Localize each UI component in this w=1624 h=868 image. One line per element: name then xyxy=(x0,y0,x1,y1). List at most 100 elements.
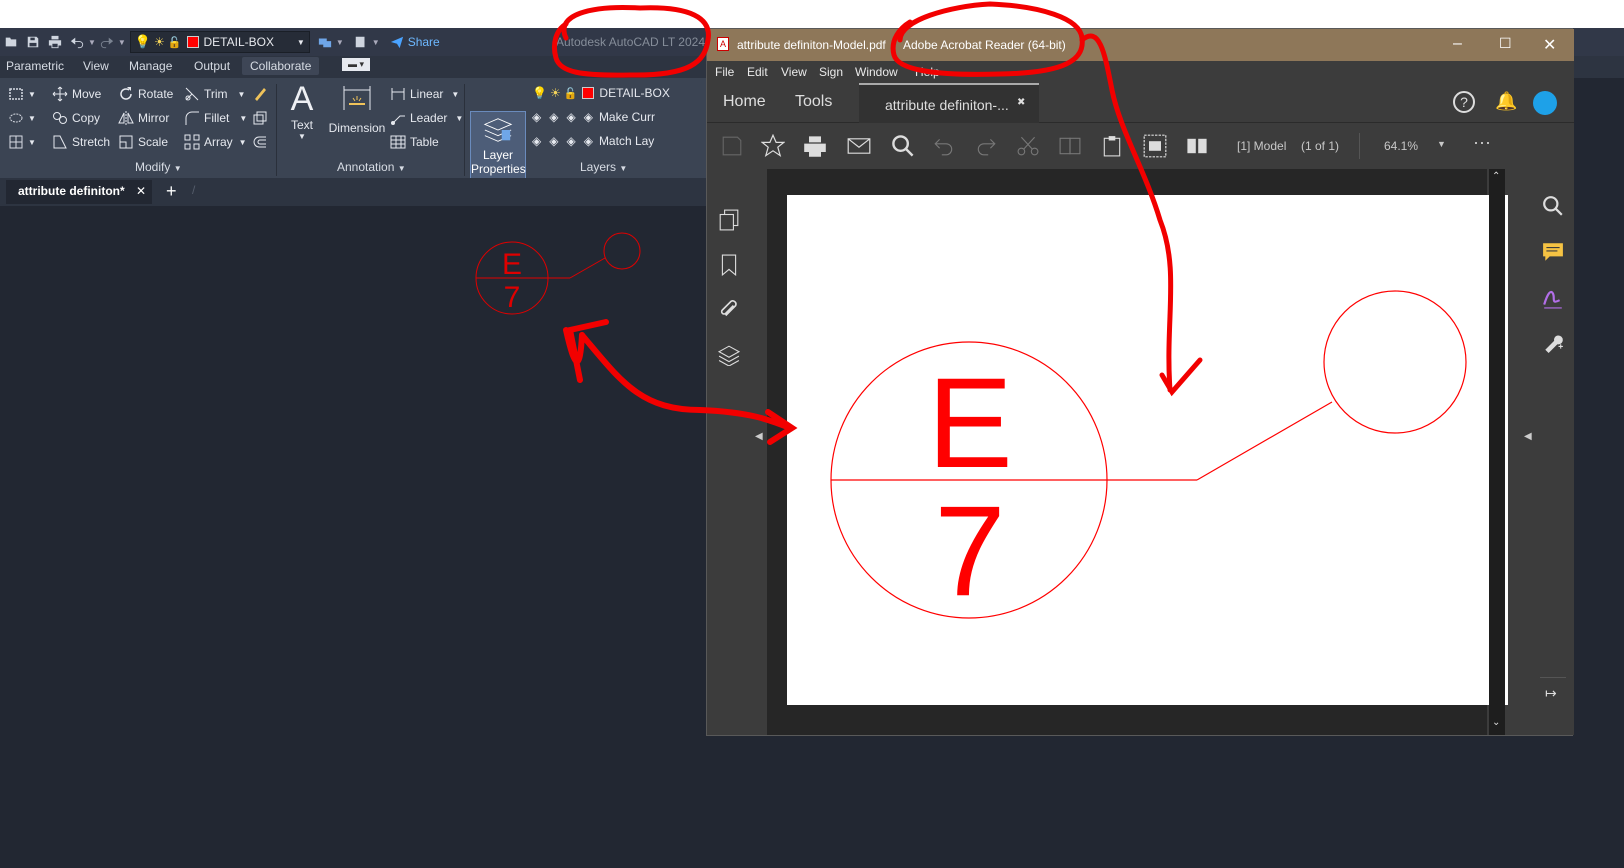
tab-view[interactable]: View xyxy=(83,59,109,73)
collapse-right-panel-icon[interactable]: ◀ xyxy=(1524,431,1532,442)
layer-freeze-icon[interactable]: ◈ xyxy=(566,110,575,124)
match-properties-icon[interactable] xyxy=(318,35,332,49)
avatar[interactable] xyxy=(1533,91,1557,115)
bell-icon[interactable]: 🔔 xyxy=(1495,91,1517,112)
tab-tools[interactable]: Tools xyxy=(795,93,832,111)
tab-manage[interactable]: Manage xyxy=(129,59,172,73)
save-icon[interactable] xyxy=(721,135,743,157)
move-button[interactable]: Move xyxy=(52,86,101,102)
page-label[interactable]: [1] Model xyxy=(1237,139,1286,153)
vertical-scrollbar[interactable]: ⌃ ⌄ xyxy=(1489,169,1505,735)
tab-collaborate[interactable]: Collaborate xyxy=(242,57,320,75)
layer-properties-button[interactable]: Layer Properties xyxy=(470,111,526,181)
maximize-button[interactable]: ☐ xyxy=(1499,35,1512,52)
close-button[interactable]: ✕ xyxy=(1543,35,1556,55)
layer-lock-icon[interactable]: ◈ xyxy=(584,110,593,124)
table-button[interactable]: Table xyxy=(390,134,439,150)
layer-unlock-icon[interactable]: ◈ xyxy=(584,134,593,148)
document-tab[interactable]: attribute definiton* ✕ xyxy=(6,180,152,204)
close-icon[interactable]: ✖ xyxy=(1017,97,1025,108)
scroll-down-arrow[interactable]: ⌄ xyxy=(1492,717,1500,728)
page-layout-icon[interactable] xyxy=(1185,134,1209,158)
layer-isolate-icon[interactable]: ◈ xyxy=(532,110,541,124)
boundary-tool[interactable]: ▼ xyxy=(8,134,36,150)
erase-button[interactable] xyxy=(252,86,272,102)
expand-panel-icon[interactable]: ↦ xyxy=(1545,685,1557,702)
leader-button[interactable]: Leader ▼ xyxy=(390,110,463,126)
modify-panel-title[interactable]: Modify ▼ xyxy=(135,160,182,174)
workspace-dropdown-arrow[interactable]: ▼ xyxy=(336,38,344,47)
join-button[interactable] xyxy=(252,134,272,150)
redo-dropdown-arrow[interactable]: ▼ xyxy=(118,38,126,47)
stretch-button[interactable]: Stretch xyxy=(52,134,110,150)
zoom-search-icon[interactable] xyxy=(891,134,915,158)
scissors-icon[interactable] xyxy=(1017,135,1039,157)
snapshot-icon[interactable] xyxy=(1143,134,1167,158)
layer-state-dropdown[interactable]: 💡 ☀ 🔓 DETAIL-BOX xyxy=(532,86,670,100)
scale-button[interactable]: Scale xyxy=(118,134,168,150)
qat-overflow-arrow[interactable]: ▼ xyxy=(372,38,380,47)
redo-icon[interactable] xyxy=(975,135,997,157)
help-icon[interactable]: ? xyxy=(1453,91,1475,113)
save-icon[interactable] xyxy=(26,35,40,49)
rectangle-tool[interactable]: ▼ xyxy=(8,86,36,102)
share-button[interactable]: Share xyxy=(408,35,440,49)
tab-output[interactable]: Output xyxy=(194,59,230,73)
publish-icon[interactable] xyxy=(354,35,368,49)
menu-view[interactable]: View xyxy=(781,65,807,79)
bookmark-icon[interactable] xyxy=(718,254,740,276)
make-current-button[interactable]: Make Curr xyxy=(599,110,655,124)
trim-button[interactable]: Trim ▼ xyxy=(184,86,245,102)
zoom-level[interactable]: 64.1% xyxy=(1384,139,1418,153)
menu-edit[interactable]: Edit xyxy=(747,65,768,79)
tab-home[interactable]: Home xyxy=(723,93,766,111)
fillet-button[interactable]: Fillet ▼ xyxy=(184,110,247,126)
collapse-left-panel-icon[interactable]: ◀ xyxy=(755,431,763,442)
match-layer-button[interactable]: Match Lay xyxy=(599,134,654,148)
tab-document[interactable]: attribute definiton-... ✖ xyxy=(859,83,1039,123)
email-icon[interactable] xyxy=(847,134,871,158)
layer-on-icon[interactable]: ◈ xyxy=(549,134,558,148)
layer-thaw-icon[interactable]: ◈ xyxy=(566,134,575,148)
more-tools-icon[interactable]: ⋯ xyxy=(1473,133,1491,154)
dimension-button[interactable]: Dimension xyxy=(327,82,387,135)
scroll-up-arrow[interactable]: ⌃ xyxy=(1492,171,1500,182)
menu-help[interactable]: Help xyxy=(915,65,940,79)
page-thumbnails-icon[interactable] xyxy=(718,209,740,231)
rotate-button[interactable]: Rotate xyxy=(118,86,173,102)
layers-icon[interactable] xyxy=(718,344,740,366)
hatch-tool[interactable]: ▼ xyxy=(8,110,36,126)
zoom-tool-icon[interactable] xyxy=(1542,195,1564,217)
undo-dropdown-arrow[interactable]: ▼ xyxy=(88,38,96,47)
annotation-panel-title[interactable]: Annotation ▼ xyxy=(337,160,406,174)
close-icon[interactable]: ✕ xyxy=(136,184,146,198)
bookmark-star-icon[interactable] xyxy=(761,134,785,158)
text-button[interactable]: A Text ▼ xyxy=(287,80,317,141)
copy-button[interactable]: Copy xyxy=(52,110,100,126)
redo-icon[interactable] xyxy=(100,35,114,49)
print-icon[interactable] xyxy=(48,35,62,49)
layer-off-icon[interactable]: ◈ xyxy=(549,110,558,124)
attachment-icon[interactable] xyxy=(718,299,740,321)
fill-sign-icon[interactable] xyxy=(1542,287,1564,309)
undo-icon[interactable] xyxy=(933,135,955,157)
minimize-button[interactable]: – xyxy=(1453,35,1462,53)
layers-panel-title[interactable]: Layers ▼ xyxy=(580,160,627,174)
new-tab-button[interactable]: + xyxy=(166,181,177,202)
layer-unisolate-icon[interactable]: ◈ xyxy=(532,134,541,148)
linear-button[interactable]: Linear ▼ xyxy=(390,86,459,102)
undo-icon[interactable] xyxy=(70,35,84,49)
pdf-page[interactable]: E 7 xyxy=(787,195,1508,705)
clipboard-icon[interactable] xyxy=(1101,135,1123,157)
ribbon-minimize-button[interactable]: ▬ ▾ xyxy=(342,58,371,71)
menu-sign[interactable]: Sign xyxy=(819,65,843,79)
menu-file[interactable]: File xyxy=(715,65,734,79)
zoom-dropdown-arrow[interactable]: ▼ xyxy=(1437,139,1446,149)
array-button[interactable]: Array ▼ xyxy=(184,134,247,150)
tab-parametric[interactable]: Parametric xyxy=(6,59,64,73)
more-tools-wrench-icon[interactable] xyxy=(1542,331,1564,353)
comment-icon[interactable] xyxy=(1542,241,1564,263)
layer-dropdown[interactable]: 💡 ☀ 🔓 DETAIL-BOX ▼ xyxy=(129,31,310,53)
compare-icon[interactable] xyxy=(1059,135,1081,157)
menu-window[interactable]: Window xyxy=(855,65,898,79)
